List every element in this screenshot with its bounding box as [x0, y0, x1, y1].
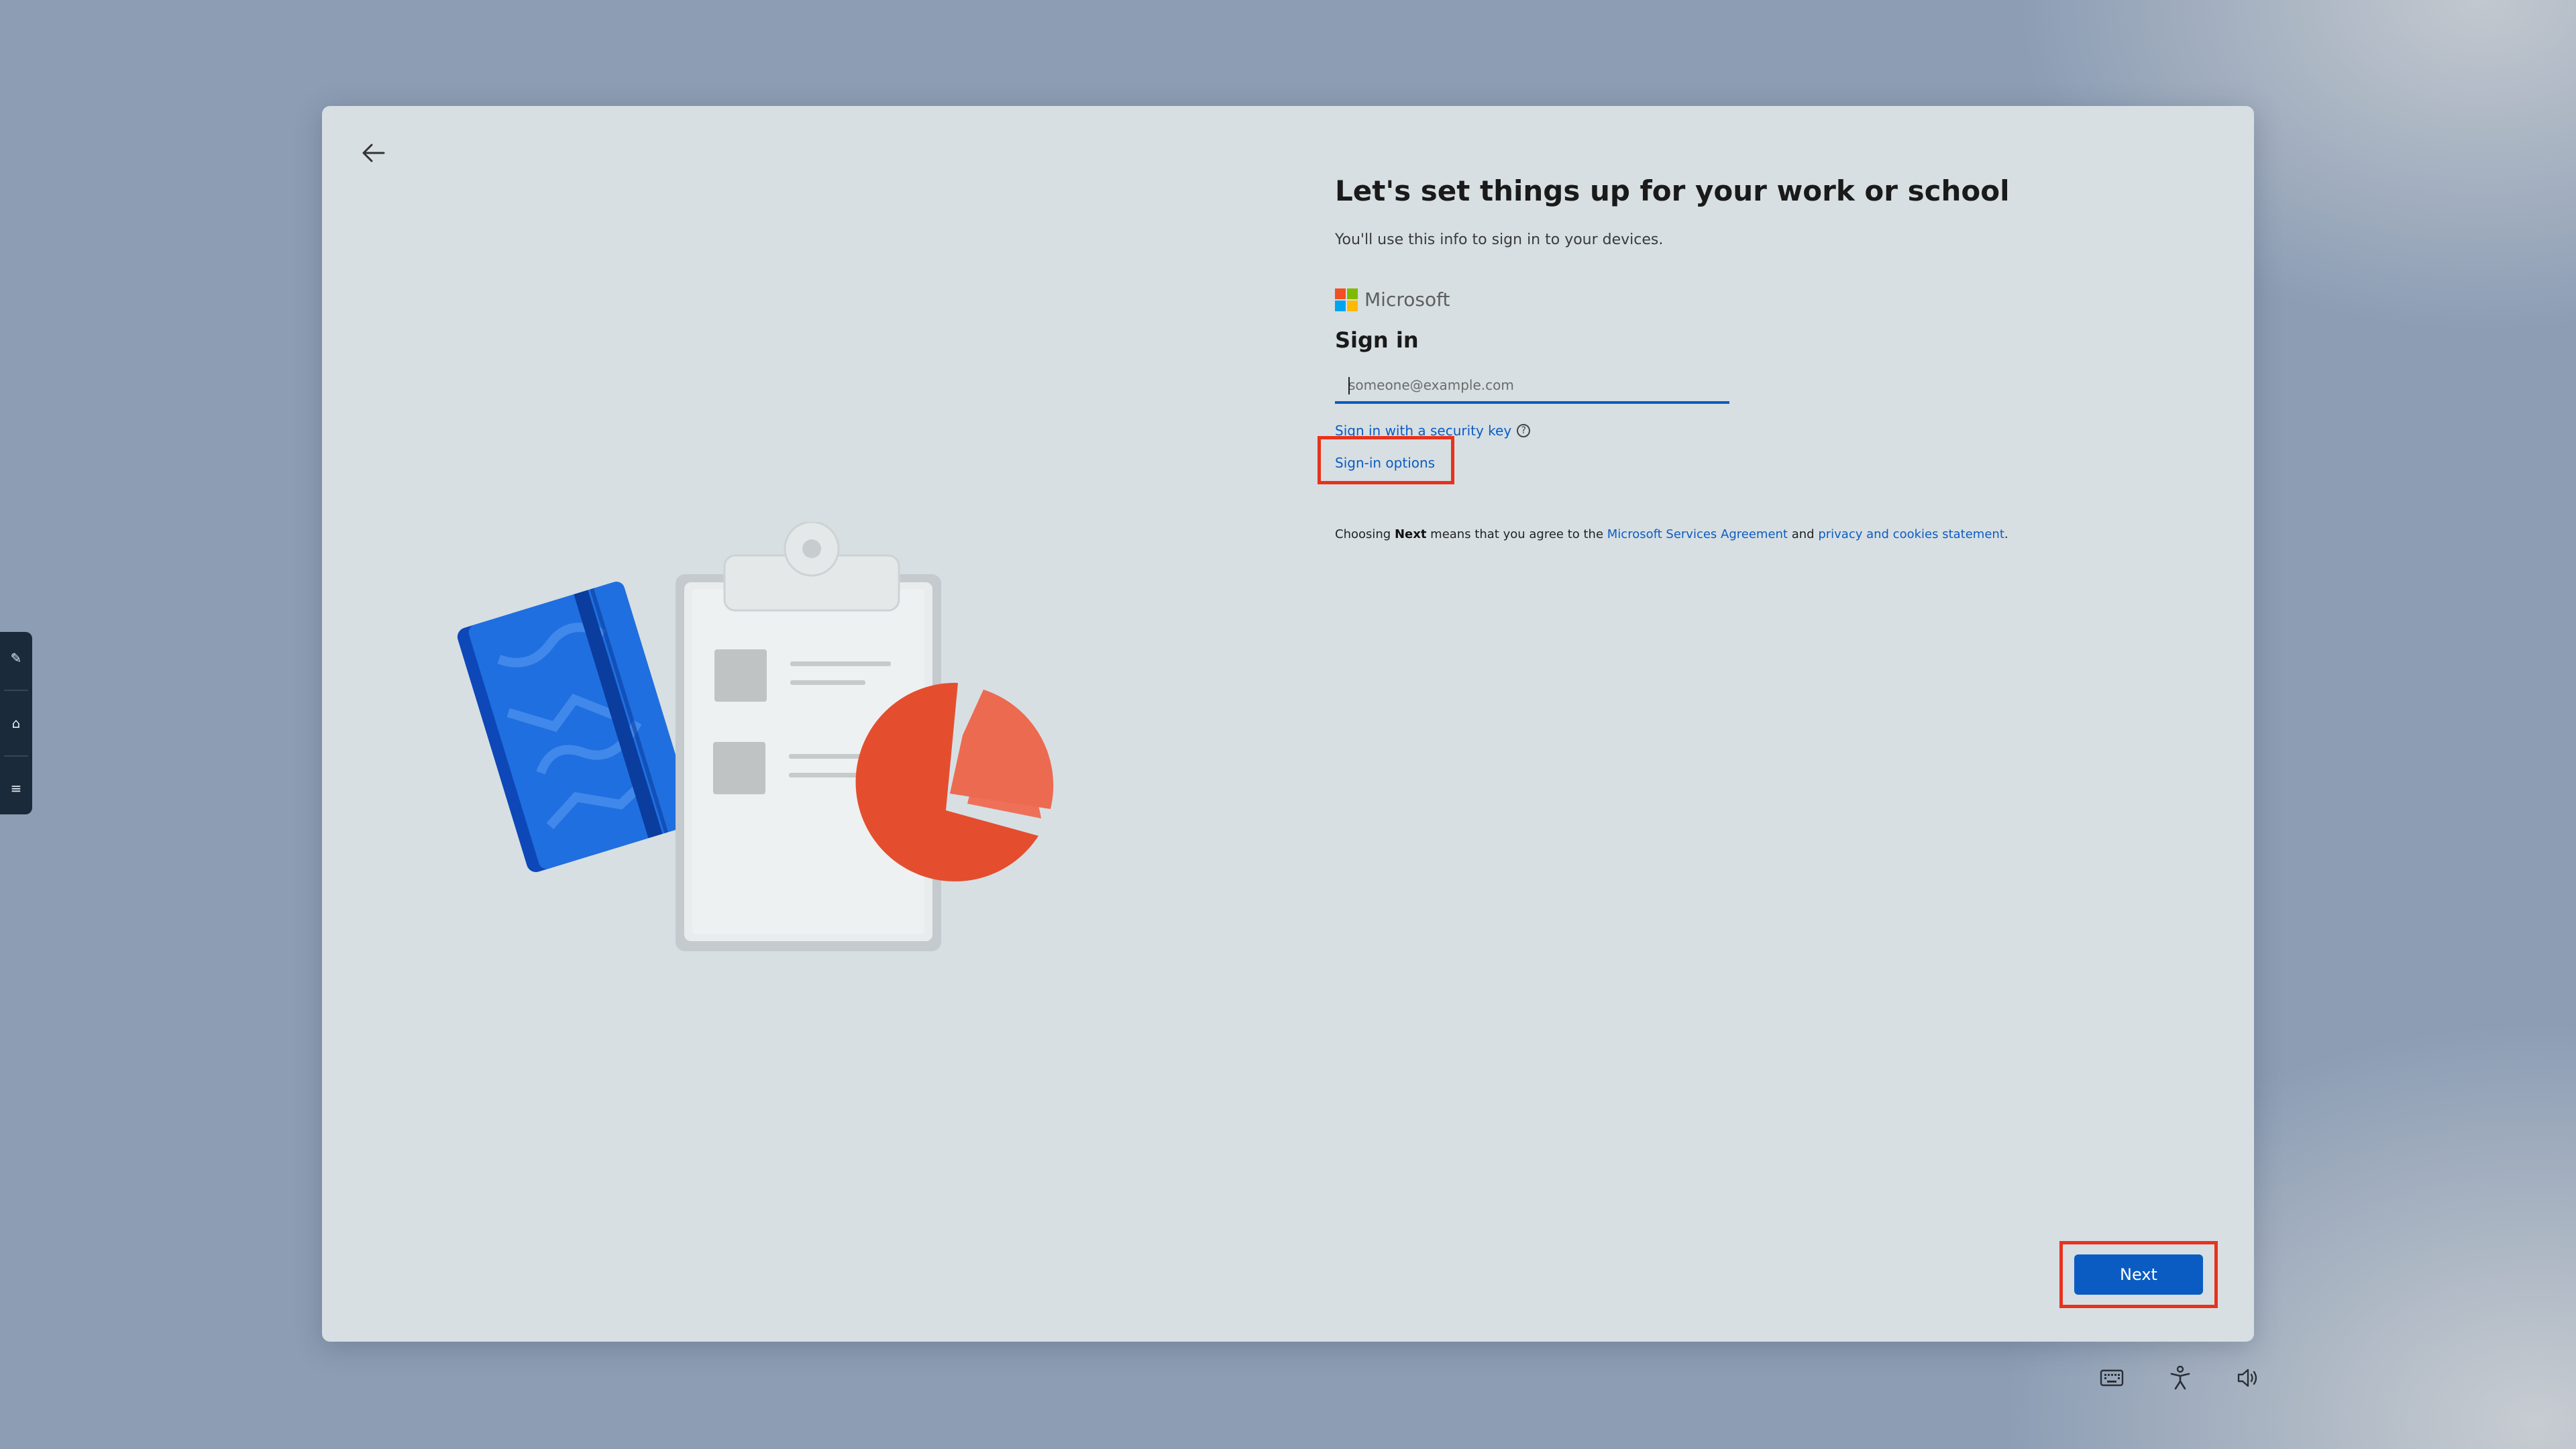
services-agreement-link[interactable]: Microsoft Services Agreement: [1607, 527, 1788, 541]
pie-chart-illustration: [855, 682, 1054, 881]
side-panel-divider: [4, 755, 28, 757]
email-field-wrapper: [1335, 370, 1729, 404]
page-title: Let's set things up for your work or sch…: [1335, 174, 2010, 207]
system-tray: [2093, 1362, 2267, 1394]
microsoft-logo-icon: [1335, 288, 1358, 311]
terms-text: Choosing Next means that you agree to th…: [1335, 527, 2140, 541]
email-input[interactable]: [1335, 370, 1729, 401]
notebook-illustration: [457, 582, 695, 872]
terms-prefix: Choosing: [1335, 527, 1395, 541]
signin-options-wrapper: Sign-in options: [1318, 435, 1454, 484]
pencil-icon[interactable]: ✎: [11, 638, 22, 678]
signin-panel: Let's set things up for your work or sch…: [1318, 173, 2140, 541]
keyboard-icon-svg: [2100, 1369, 2124, 1387]
back-arrow-icon: [362, 144, 385, 162]
accessibility-icon-svg: [2170, 1366, 2190, 1390]
volume-icon[interactable]: [2230, 1362, 2267, 1394]
next-button-highlight: Next: [2059, 1241, 2218, 1308]
privacy-statement-link[interactable]: privacy and cookies statement: [1818, 527, 2004, 541]
text-caret: [1348, 376, 1350, 394]
next-button[interactable]: Next: [2074, 1254, 2203, 1295]
terms-and: and: [1788, 527, 1819, 541]
signin-heading: Sign in: [1335, 327, 1419, 353]
page-subtitle: You'll use this info to sign in to your …: [1335, 231, 1664, 248]
illustration: [457, 522, 1054, 951]
security-key-row: Sign in with a security key ?: [1335, 423, 2140, 439]
help-icon[interactable]: ?: [1517, 423, 1531, 437]
volume-icon-svg: [2237, 1368, 2257, 1387]
microsoft-logo: Microsoft: [1335, 288, 2140, 311]
terms-suffix: .: [2004, 527, 2008, 541]
back-button[interactable]: [341, 121, 405, 185]
side-panel: ✎ ⌂ ≡: [0, 632, 32, 814]
terms-middle: means that you agree to the: [1426, 527, 1607, 541]
accessibility-icon[interactable]: [2161, 1362, 2199, 1394]
menu-icon[interactable]: ≡: [11, 768, 22, 808]
home-icon[interactable]: ⌂: [12, 703, 21, 743]
side-panel-divider: [4, 690, 28, 692]
microsoft-wordmark: Microsoft: [1364, 288, 1450, 311]
setup-card: Let's set things up for your work or sch…: [322, 106, 2254, 1342]
signin-options-highlight: [1318, 435, 1454, 484]
keyboard-icon[interactable]: [2093, 1362, 2131, 1394]
terms-next: Next: [1394, 527, 1427, 541]
